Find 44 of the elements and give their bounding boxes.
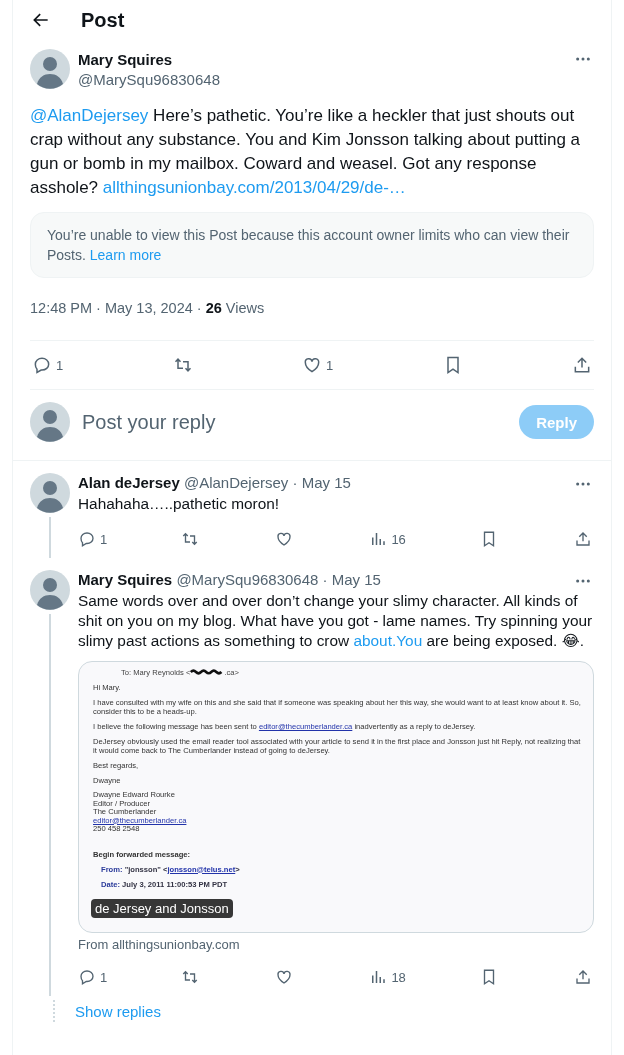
action-count: 16 xyxy=(391,531,406,547)
reply-icon[interactable] xyxy=(32,355,52,375)
learn-more-link[interactable]: Learn more xyxy=(89,247,162,263)
share-icon[interactable] xyxy=(573,530,592,548)
reply-header: Mary Squires @MarySqu96830648 · May 15 xyxy=(78,570,381,590)
reply-icon[interactable] xyxy=(78,968,96,986)
avatar[interactable] xyxy=(30,473,70,513)
action-count: 1 xyxy=(56,357,64,373)
more-icon[interactable] xyxy=(575,578,591,584)
page-title: Post xyxy=(81,8,125,32)
post-meta: 12:48 PM · May 13, 2024 · 26 Views xyxy=(30,300,266,316)
author-name[interactable]: Mary Squires xyxy=(78,50,567,68)
more-icon[interactable] xyxy=(575,481,591,487)
source-text: From allthingsunionbay.com xyxy=(78,937,241,952)
reply-text: Same words over and over don’t change your slimy character. All kinds of shit on you on my blog. What have you got - lame names. Try spinning your slimy past actions as something to crow about.You are being exposed. 😂. xyxy=(78,591,594,651)
email-image[interactable] xyxy=(78,661,594,933)
image-caption: de Jersey and Jonsson xyxy=(91,899,233,918)
avatar[interactable] xyxy=(30,570,70,610)
reply-icon[interactable] xyxy=(78,530,96,548)
post-link[interactable]: allthingsunionbay.com/2013/04/29/de-… xyxy=(102,178,406,197)
action-count: 18 xyxy=(391,969,406,985)
post-text: @AlanDejersey Here’s pathetic. You’re like a heckler that just shouts out crap without any substance. You and Kim Jonsson talking about putting a gun or bomb in my mailbox. Coward and weasel. Got any response asshole? allthingsunionbay.com/2013/04/29/de-… xyxy=(30,105,582,199)
heart-icon[interactable] xyxy=(275,968,294,986)
author-handle[interactable]: @MarySqu96830648 xyxy=(78,70,567,88)
views-icon[interactable] xyxy=(369,968,388,986)
reply-text: Hahahaha…..pathetic moron! xyxy=(78,494,281,514)
notice-text: You’re unable to view this Post because this account owner limits who can view their Posts. Learn more xyxy=(47,226,571,265)
show-replies-link[interactable]: Show replies xyxy=(75,1002,161,1020)
reply-header: Alan deJersey @AlanDejersey · May 15 xyxy=(78,473,351,493)
more-icon[interactable] xyxy=(575,56,591,62)
inline-link[interactable]: about.You xyxy=(353,632,423,649)
heart-icon[interactable] xyxy=(275,530,294,548)
share-icon[interactable] xyxy=(573,968,592,986)
heart-icon[interactable] xyxy=(302,355,322,375)
repost-icon[interactable] xyxy=(181,530,200,548)
redaction-mark xyxy=(190,669,225,675)
repost-icon[interactable] xyxy=(181,968,200,986)
avatar[interactable] xyxy=(30,402,70,442)
action-count: 1 xyxy=(100,531,108,547)
action-count: 1 xyxy=(100,969,108,985)
mention-link[interactable]: @AlanDejersey xyxy=(30,106,149,125)
views-icon[interactable] xyxy=(369,530,388,548)
action-count: 1 xyxy=(326,357,334,373)
avatar[interactable] xyxy=(30,49,70,89)
